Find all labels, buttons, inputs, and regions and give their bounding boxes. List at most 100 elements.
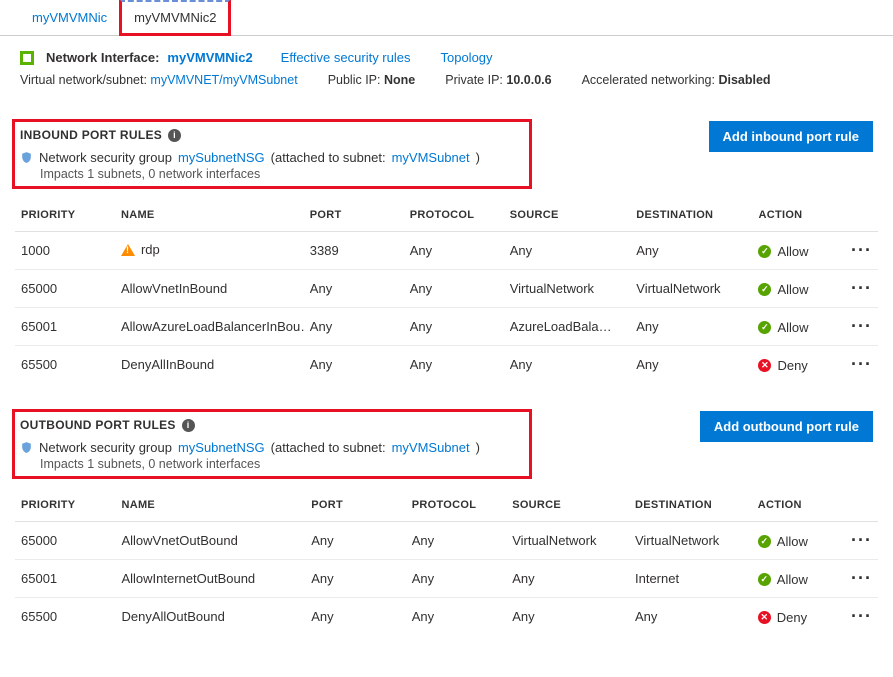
cell-port: Any [304,270,404,308]
table-row[interactable]: 65500DenyAllOutBoundAnyAnyAnyAny✕ Deny··… [15,598,878,636]
cell-port: Any [304,346,404,384]
th-source[interactable]: SOURCE [504,199,631,232]
th-protocol[interactable]: PROTOCOL [406,489,506,522]
table-row[interactable]: 65000AllowVnetOutBoundAnyAnyVirtualNetwo… [15,522,878,560]
cell-action: ✓ Allow [752,560,841,598]
cell-source: Any [506,598,629,636]
cell-protocol: Any [406,522,506,560]
effective-rules-link[interactable]: Effective security rules [281,50,411,65]
nsg-link[interactable]: mySubnetNSG [178,440,265,455]
allow-icon: ✓ [758,321,771,334]
cell-priority: 1000 [15,232,115,270]
cell-dest: Any [630,232,752,270]
cell-port: Any [305,598,405,636]
nsg-subnet-link[interactable]: myVMSubnet [392,440,470,455]
outbound-rules-table: PRIORITY NAME PORT PROTOCOL SOURCE DESTI… [15,489,878,635]
cell-more: ··· [841,522,878,560]
nsg-prefix: Network security group [39,440,172,455]
more-actions-icon[interactable]: ··· [851,278,872,298]
more-actions-icon[interactable]: ··· [851,240,872,260]
more-actions-icon[interactable]: ··· [851,354,872,374]
more-actions-icon[interactable]: ··· [851,316,872,336]
th-priority[interactable]: PRIORITY [15,489,115,522]
cell-action: ✓ Allow [752,232,841,270]
cell-name: AllowInternetOutBound [115,560,305,598]
table-row[interactable]: 65001AllowInternetOutBoundAnyAnyAnyInter… [15,560,878,598]
cell-protocol: Any [406,598,506,636]
nsg-link[interactable]: mySubnetNSG [178,150,265,165]
deny-icon: ✕ [758,359,771,372]
info-icon[interactable]: i [168,129,181,142]
table-row[interactable]: 65001AllowAzureLoadBalancerInBou…AnyAnyA… [15,308,878,346]
th-port[interactable]: PORT [305,489,405,522]
th-priority[interactable]: PRIORITY [15,199,115,232]
cell-source: VirtualNetwork [506,522,629,560]
th-name[interactable]: NAME [115,199,304,232]
inbound-rules-table: PRIORITY NAME PORT PROTOCOL SOURCE DESTI… [15,199,878,383]
vnet-link[interactable]: myVMVNET/myVMSubnet [150,73,297,87]
prip-value: 10.0.0.6 [506,73,551,87]
outbound-header: OUTBOUND PORT RULES i Network security g… [0,403,893,485]
th-dest[interactable]: DESTINATION [629,489,752,522]
cell-dest: Internet [629,560,752,598]
cell-dest: Any [630,308,752,346]
pip-label: Public IP: [328,73,381,87]
table-row[interactable]: 65500DenyAllInBoundAnyAnyAnyAny✕ Deny··· [15,346,878,384]
prip-label: Private IP: [445,73,503,87]
cell-action: ✓ Allow [752,308,841,346]
cell-priority: 65001 [15,308,115,346]
more-actions-icon[interactable]: ··· [851,530,872,550]
th-protocol[interactable]: PROTOCOL [404,199,504,232]
cell-source: VirtualNetwork [504,270,631,308]
nic-name-link[interactable]: myVMVMNic2 [167,50,252,65]
cell-action: ✕ Deny [752,598,841,636]
inbound-title: INBOUND PORT RULES [20,128,162,142]
topology-link[interactable]: Topology [440,50,492,65]
add-inbound-rule-button[interactable]: Add inbound port rule [709,121,873,152]
th-action[interactable]: ACTION [752,489,841,522]
cell-priority: 65001 [15,560,115,598]
table-row[interactable]: 65000AllowVnetInBoundAnyAnyVirtualNetwor… [15,270,878,308]
cell-more: ··· [841,270,878,308]
nsg-subnet-link[interactable]: myVMSubnet [392,150,470,165]
nic-label: Network Interface: [46,50,159,65]
cell-name: DenyAllInBound [115,346,304,384]
cell-action: ✕ Deny [752,346,841,384]
shield-icon [20,440,33,455]
cell-more: ··· [841,598,878,636]
th-dest[interactable]: DESTINATION [630,199,752,232]
cell-priority: 65500 [15,346,115,384]
outbound-header-row: PRIORITY NAME PORT PROTOCOL SOURCE DESTI… [15,489,878,522]
cell-priority: 65000 [15,270,115,308]
nsg-prefix: Network security group [39,150,172,165]
more-actions-icon[interactable]: ··· [851,568,872,588]
cell-port: Any [305,522,405,560]
more-actions-icon[interactable]: ··· [851,606,872,626]
shield-icon [20,150,33,165]
cell-source: Any [506,560,629,598]
th-port[interactable]: PORT [304,199,404,232]
th-source[interactable]: SOURCE [506,489,629,522]
vnet-label: Virtual network/subnet: [20,73,147,87]
cell-name: AllowVnetOutBound [115,522,305,560]
cell-more: ··· [841,346,878,384]
cell-name: AllowAzureLoadBalancerInBou… [115,308,304,346]
nsg-suffix: ) [476,440,480,455]
info-icon[interactable]: i [182,419,195,432]
deny-icon: ✕ [758,611,771,624]
outbound-title: OUTBOUND PORT RULES [20,418,176,432]
cell-action: ✓ Allow [752,270,841,308]
th-name[interactable]: NAME [115,489,305,522]
allow-icon: ✓ [758,573,771,586]
table-row[interactable]: 1000 rdp3389AnyAnyAny✓ Allow··· [15,232,878,270]
add-outbound-rule-button[interactable]: Add outbound port rule [700,411,873,442]
th-action[interactable]: ACTION [752,199,841,232]
nic-tabs: myVMVMNic myVMVMNic2 [0,0,893,36]
cell-more: ··· [841,232,878,270]
tab-nic-2[interactable]: myVMVMNic2 [119,0,231,36]
tab-nic-1[interactable]: myVMVMNic [20,0,119,35]
pip-value: None [384,73,415,87]
inbound-header-row: PRIORITY NAME PORT PROTOCOL SOURCE DESTI… [15,199,878,232]
cell-protocol: Any [404,308,504,346]
allow-icon: ✓ [758,245,771,258]
